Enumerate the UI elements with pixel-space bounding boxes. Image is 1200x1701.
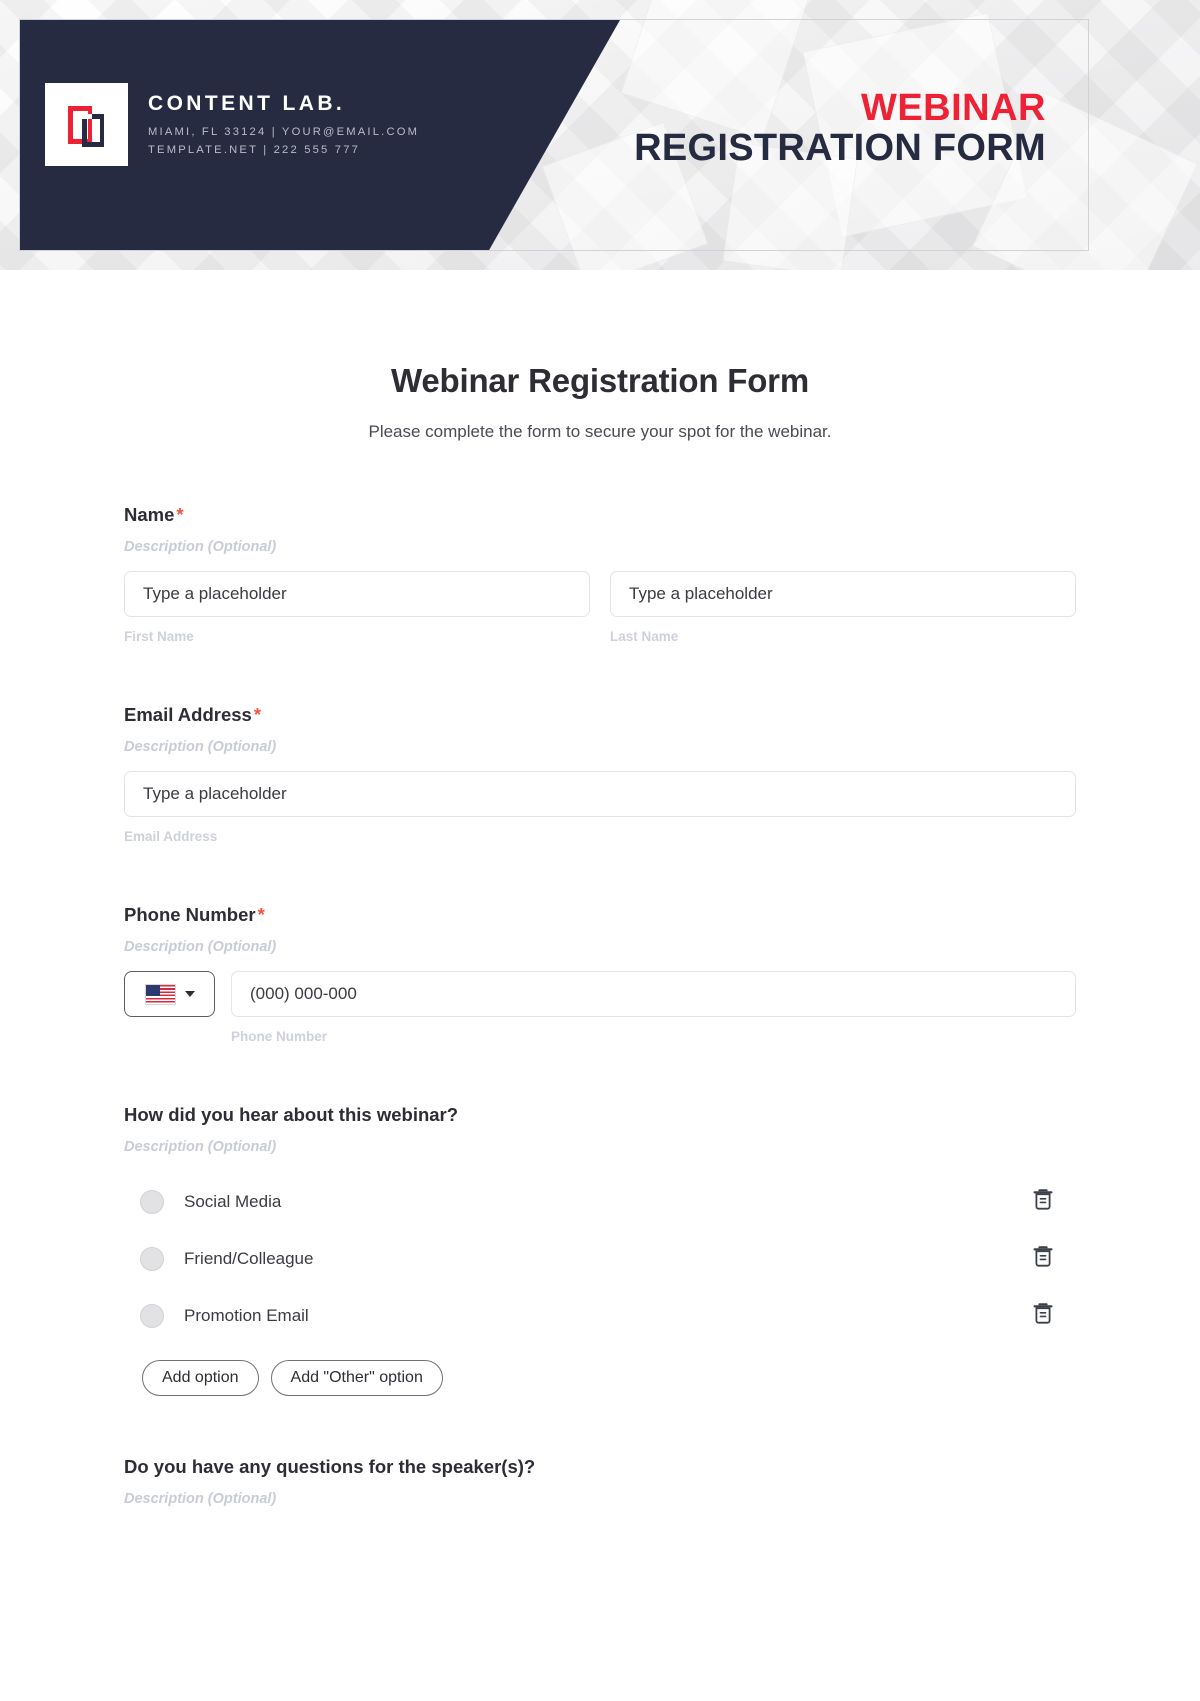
brand-contact-line2: TEMPLATE.NET | 222 555 777 [148,143,361,156]
first-name-input[interactable] [124,571,590,617]
brand-contact-line1: MIAMI, FL 33124 | YOUR@EMAIL.COM [148,126,420,139]
option-label: Friend/Colleague [184,1248,314,1268]
field-questions-label: Do you have any questions for the speake… [124,1456,536,1477]
country-code-select[interactable] [124,971,215,1017]
banner-inner-frame: CONTENT LAB. MIAMI, FL 33124 | YOUR@EMAI… [19,19,1089,251]
field-questions-description: Description (Optional) [124,1491,277,1507]
brand-text-block: CONTENT LAB. MIAMI, FL 33124 | YOUR@EMAI… [148,90,419,159]
trash-icon [1033,1189,1053,1210]
email-input[interactable] [124,771,1076,817]
field-name-label: Name * [124,504,1076,526]
banner-title-webinar: WEBINAR [860,87,1046,129]
email-sub-label: Email Address [124,829,218,844]
email-col: Email Address [124,771,1076,844]
option-row[interactable]: Promotion Email [124,1287,1076,1344]
phone-input-wrap [231,971,1076,1017]
option-label: Social Media [184,1191,282,1211]
field-phone-label: Phone Number * [124,904,1076,926]
add-option-button[interactable]: Add option [142,1360,259,1396]
phone-input-row [124,971,1076,1017]
last-name-col: Last Name [610,571,1076,644]
option-row[interactable]: Friend/Colleague [124,1230,1076,1287]
brand-name: CONTENT LAB. [148,92,346,116]
trash-icon [1033,1303,1053,1324]
form-container: Webinar Registration Form Please complet… [0,362,1200,1507]
first-name-col: First Name [124,571,590,644]
email-input-row: Email Address [124,771,1076,844]
name-input-row: First Name Last Name [124,571,1076,644]
content-lab-logo-icon [45,83,128,166]
header-banner: CONTENT LAB. MIAMI, FL 33124 | YOUR@EMAI… [0,0,1200,270]
field-email: Email Address* Description (Optional) Em… [124,704,1076,844]
radio-icon[interactable] [140,1189,164,1214]
field-phone: Phone Number* Description (Optional) Pho… [124,904,1076,1044]
field-hear-about-label: How did you hear about this webinar? [124,1104,459,1125]
last-name-input[interactable] [610,571,1076,617]
chevron-down-icon [184,991,195,997]
add-other-option-button[interactable]: Add "Other" option [270,1360,443,1396]
page-title: Webinar Registration Form [391,362,809,399]
field-email-label: Email Address * [124,704,1076,726]
hear-about-option-list: Social Media Friend/Colleague Promotion … [124,1173,1076,1344]
option-row[interactable]: Social Media [124,1173,1076,1230]
last-name-sub-label: Last Name [610,629,679,644]
delete-option-button[interactable] [1032,1244,1054,1273]
radio-icon[interactable] [140,1303,164,1328]
field-name: Name* Description (Optional) First Name … [124,504,1076,644]
brand-contact: MIAMI, FL 33124 | YOUR@EMAIL.COM TEMPLAT… [148,124,419,159]
field-hear-about: How did you hear about this webinar? Des… [124,1104,1076,1396]
field-questions: Do you have any questions for the speake… [124,1456,1076,1507]
radio-icon[interactable] [140,1246,164,1271]
required-asterisk: * [176,504,184,525]
field-name-description: Description (Optional) [124,539,277,555]
brand-lockup: CONTENT LAB. MIAMI, FL 33124 | YOUR@EMAI… [45,83,419,166]
banner-title-registration-form: REGISTRATION FORM [634,127,1046,170]
banner-title: WEBINAR REGISTRATION FORM [634,88,1046,169]
bracket-logo-icon [67,105,104,147]
required-asterisk: * [257,904,265,925]
delete-option-button[interactable] [1032,1187,1054,1216]
field-email-label-text: Email Address [124,704,252,725]
trash-icon [1033,1246,1053,1267]
phone-sub-label: Phone Number [231,1029,328,1044]
required-asterisk: * [253,704,262,725]
field-phone-description: Description (Optional) [124,939,277,955]
first-name-sub-label: First Name [124,629,194,644]
us-flag-icon [144,983,176,1005]
option-label: Promotion Email [184,1305,309,1325]
delete-option-button[interactable] [1032,1301,1054,1330]
phone-input[interactable] [231,971,1076,1017]
field-phone-label-text: Phone Number [124,904,256,925]
page-subtitle: Please complete the form to secure your … [368,422,832,441]
field-name-label-text: Name [124,504,175,525]
option-action-buttons: Add option Add "Other" option [124,1360,1076,1396]
field-hear-about-description: Description (Optional) [124,1139,277,1155]
field-email-description: Description (Optional) [124,739,277,755]
